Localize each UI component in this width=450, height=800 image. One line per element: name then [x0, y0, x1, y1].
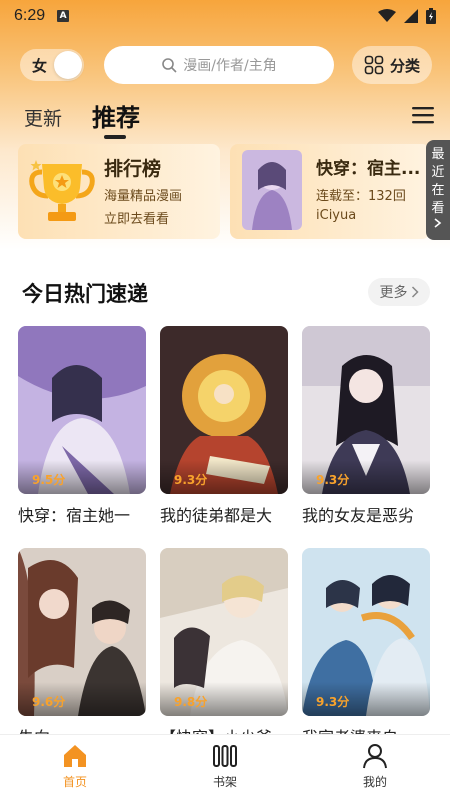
- nav-home-label: 首页: [62, 775, 87, 789]
- status-time: 6:29: [14, 7, 46, 24]
- battery-icon: [426, 8, 436, 24]
- nav-bookshelf[interactable]: 书架: [150, 735, 300, 800]
- recent-cover-image: [242, 150, 302, 230]
- recent-title: 快穿：宿主...: [316, 159, 421, 179]
- chevron-right-icon: [411, 286, 419, 298]
- signal-icon: [404, 9, 418, 23]
- nav-bookshelf-label: 书架: [212, 775, 237, 789]
- notification-icon: A: [57, 10, 70, 22]
- comic-card[interactable]: 9.5分 快穿：宿主她一: [18, 326, 146, 526]
- chevron-right-icon: [434, 218, 442, 228]
- comic-score: 9.8分: [174, 695, 208, 709]
- profile-icon: [363, 744, 387, 769]
- recent-tab-char: 近: [431, 165, 445, 180]
- comic-score: 9.3分: [174, 473, 208, 487]
- nav-profile[interactable]: 我的: [300, 735, 450, 800]
- recent-tab-char: 在: [431, 183, 445, 198]
- comic-cover-image: 9.3分: [160, 326, 288, 494]
- toggle-knob: [54, 51, 82, 79]
- recent-reading-tab[interactable]: 最 近 在 看: [426, 140, 450, 240]
- search-icon: [162, 58, 177, 73]
- comic-title: 我的女友是恶劣: [302, 506, 415, 525]
- status-bar: 6:29 A: [0, 0, 450, 32]
- ranking-title: 排行榜: [104, 158, 162, 180]
- home-icon: [64, 745, 86, 767]
- comic-card[interactable]: 9.8分 【快穿】小少爷: [160, 548, 288, 748]
- ranking-subtitle: 海量精品漫画: [104, 189, 183, 204]
- comic-score: 9.6分: [32, 695, 66, 709]
- ranking-card[interactable]: 排行榜 海量精品漫画 立即去看看: [18, 144, 220, 239]
- comic-score: 9.3分: [316, 695, 350, 709]
- recent-chapter: 连载至：132回: [316, 189, 406, 204]
- recent-author: iCiyua: [316, 208, 357, 223]
- comic-score: 9.3分: [316, 473, 350, 487]
- grid-icon: [364, 55, 384, 75]
- comic-card[interactable]: 9.6分 失向: [18, 548, 146, 748]
- section-title: 今日热门速递: [22, 282, 148, 306]
- category-label: 分类: [389, 56, 420, 75]
- comic-cover-image: 9.3分: [302, 548, 430, 716]
- comic-card[interactable]: 9.3分 我的徒弟都是大: [160, 326, 288, 526]
- comic-cover-image: 9.5分: [18, 326, 146, 494]
- bookshelf-icon: [213, 745, 237, 767]
- search-placeholder: 漫画/作者/主角: [183, 58, 277, 74]
- comic-title: 快穿：宿主她一: [18, 506, 131, 525]
- trophy-icon: [29, 160, 95, 221]
- wifi-icon: [378, 9, 396, 22]
- comic-cover-image: 9.6分: [18, 548, 146, 716]
- comic-title: 我的徒弟都是大: [160, 506, 273, 525]
- recent-reading-card[interactable]: 快穿：宿主... 连载至：132回 iCiyua: [230, 144, 430, 239]
- search-input[interactable]: 漫画/作者/主角: [104, 46, 334, 84]
- category-button[interactable]: 分类: [352, 46, 432, 84]
- tab-indicator: [104, 135, 126, 139]
- nav-profile-label: 我的: [362, 775, 387, 789]
- recent-tab-char: 看: [431, 201, 445, 216]
- comic-cover-image: 9.8分: [160, 548, 288, 716]
- more-button[interactable]: 更多: [368, 278, 430, 306]
- comic-card[interactable]: 9.3分 我的女友是恶劣: [302, 326, 430, 526]
- more-label: 更多: [379, 285, 408, 301]
- nav-home[interactable]: 首页: [0, 735, 150, 800]
- gender-label: 女: [32, 56, 48, 75]
- comic-card[interactable]: 9.3分 我家老婆来自: [302, 548, 430, 748]
- bottom-nav: 首页 书架 我的: [0, 734, 450, 800]
- tab-recommend[interactable]: 推荐: [92, 98, 140, 133]
- ranking-cta: 立即去看看: [104, 212, 170, 227]
- tab-bar: 更新 推荐: [24, 96, 434, 146]
- comic-score: 9.5分: [32, 473, 66, 487]
- tab-update[interactable]: 更新: [24, 104, 62, 131]
- comic-cover-image: 9.3分: [302, 326, 430, 494]
- recent-tab-char: 最: [431, 147, 445, 162]
- gender-toggle[interactable]: 女: [20, 49, 84, 81]
- menu-icon[interactable]: [412, 106, 434, 124]
